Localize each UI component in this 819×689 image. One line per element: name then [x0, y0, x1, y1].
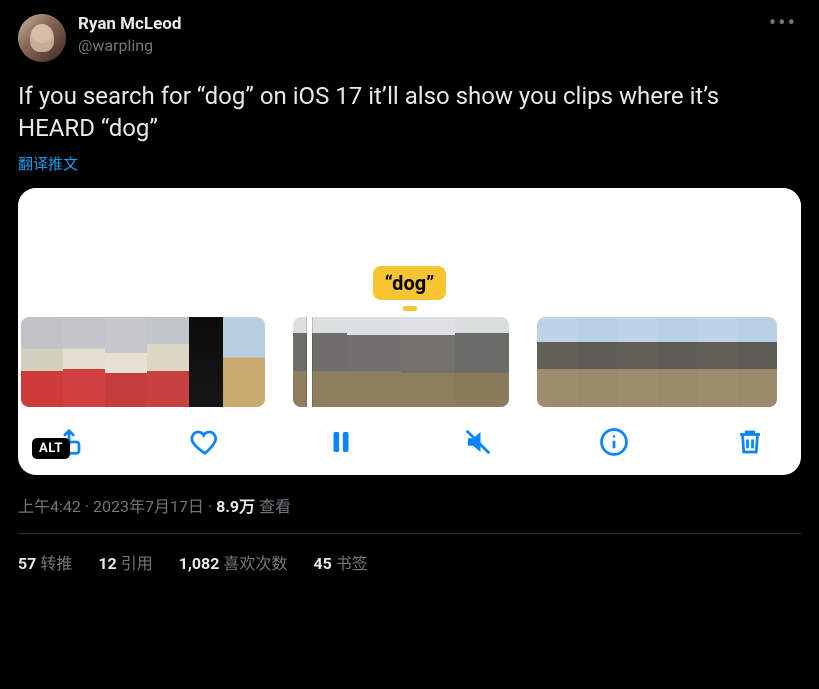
- media-toolbar: [18, 407, 801, 465]
- divider: [18, 533, 801, 534]
- alt-badge[interactable]: ALT: [32, 438, 70, 459]
- clip-thumbnail-1[interactable]: [21, 317, 265, 407]
- playhead[interactable]: [307, 317, 312, 407]
- quotes-stat[interactable]: 12引用: [98, 550, 152, 574]
- info-icon[interactable]: [599, 427, 629, 457]
- heart-icon[interactable]: [190, 427, 220, 457]
- likes-stat[interactable]: 1,082喜欢次数: [179, 550, 288, 574]
- clip-thumbnail-3[interactable]: [537, 317, 777, 407]
- tweet-container: Ryan McLeod @warpling ••• If you search …: [0, 0, 819, 574]
- tweet-time[interactable]: 上午4:42: [18, 497, 81, 516]
- stats-row: 57转推 12引用 1,082喜欢次数 45书签: [18, 550, 801, 574]
- more-options-icon[interactable]: •••: [765, 14, 801, 34]
- handle: @warpling: [78, 36, 765, 55]
- media-card[interactable]: “dog”: [18, 188, 801, 475]
- display-name: Ryan McLeod: [78, 14, 765, 34]
- views-label: 查看: [259, 497, 291, 516]
- mute-icon[interactable]: [463, 427, 493, 457]
- media-top-space: [18, 188, 801, 266]
- pause-icon[interactable]: [326, 427, 356, 457]
- views-count: 8.9万: [216, 497, 255, 516]
- tweet-header: Ryan McLeod @warpling •••: [18, 14, 801, 62]
- retweets-stat[interactable]: 57转推: [18, 550, 72, 574]
- tweet-text: If you search for “dog” on iOS 17 it’ll …: [18, 80, 801, 145]
- filmstrip-row[interactable]: [18, 311, 801, 407]
- author-block[interactable]: Ryan McLeod @warpling: [78, 14, 765, 56]
- speech-caption-label: “dog”: [373, 266, 447, 300]
- bookmarks-stat[interactable]: 45书签: [313, 550, 367, 574]
- avatar[interactable]: [18, 14, 66, 62]
- meta-line: 上午4:42 · 2023年7月17日 · 8.9万 查看: [18, 493, 801, 517]
- caption-wrap: “dog”: [18, 266, 801, 311]
- translate-link[interactable]: 翻译推文: [18, 153, 78, 174]
- clip-thumbnail-2[interactable]: [293, 317, 509, 407]
- tweet-date[interactable]: 2023年7月17日: [93, 497, 204, 516]
- trash-icon[interactable]: [735, 427, 765, 457]
